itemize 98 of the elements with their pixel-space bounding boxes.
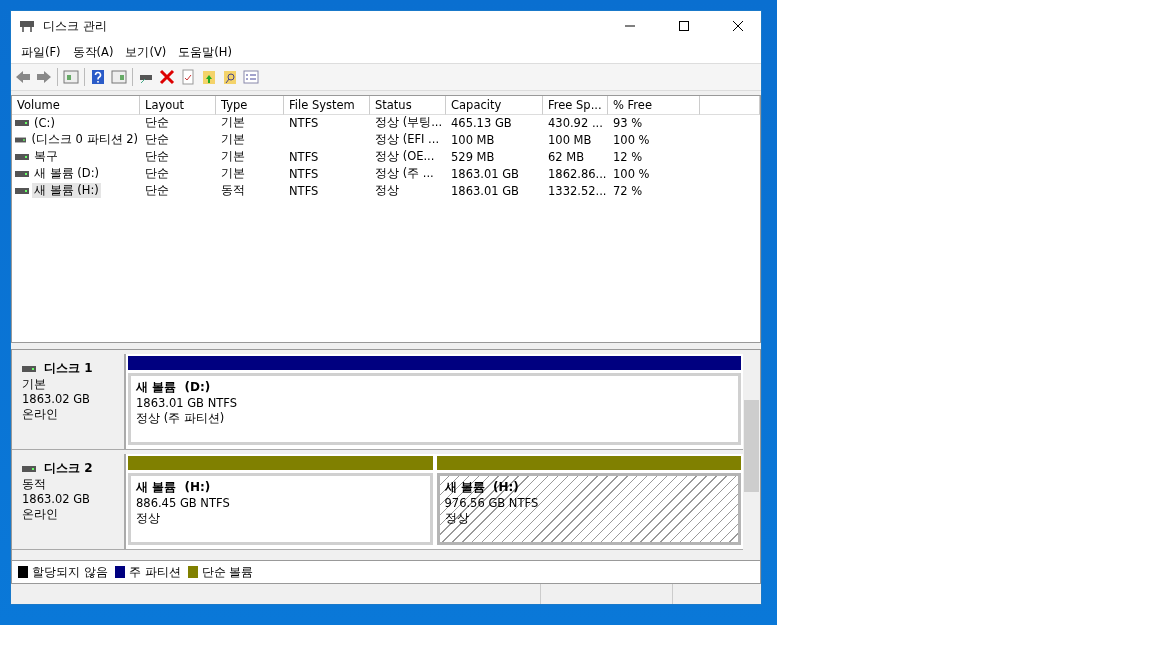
minimize-icon [625,25,635,27]
drive-icon [22,465,36,472]
drive-icon [15,136,27,143]
folder-up-icon[interactable] [201,69,217,85]
disk-label-panel[interactable]: 디스크 2 동적 1863.02 GB 온라인 [12,454,126,550]
menu-item[interactable]: 도움말(H) [172,44,238,60]
table-cell-text: 정상 (EFI ... [374,132,441,147]
drive-entry[interactable]: 새 볼륨 (D:) [32,166,101,181]
table-cell-text: 465.13 GB [450,115,513,130]
partition-status: 정상 [444,511,470,526]
disk-type: 동적 [22,477,47,492]
disk-name: 디스크 1 [44,360,93,377]
menu-item[interactable]: 보기(V) [119,44,173,60]
back-arrow-icon[interactable] [15,69,31,85]
table-cell-text: 72 % [612,183,644,198]
table-cell-text: 12 % [612,149,644,164]
legend-label: 단순 볼륨 [201,563,254,581]
disk-name: 디스크 2 [44,460,93,477]
table-cell-text: 1863.01 GB [450,166,520,181]
partition-size: 1863.01 GB NTFS [136,396,238,411]
drive-icon [15,170,29,177]
disk-size: 1863.02 GB [22,492,91,507]
table-cell-text: 1863.01 GB [450,183,520,198]
disk-status: 온라인 [22,407,59,422]
partition-size: 976.56 GB NTFS [444,496,540,511]
window-title: 디스크 관리 [43,17,108,35]
maximize-icon [679,21,689,31]
drive-icon [15,153,29,160]
table-cell-text: 기본 [220,115,246,130]
table-cell-text: 1862.86... [547,166,608,181]
table-cell-text: 100 MB [547,132,593,147]
table-cell-text: 정상 (주 ... [374,166,435,181]
checklist-icon[interactable] [243,69,259,85]
partition-status: 정상 [136,511,161,526]
table-cell-text: 100 MB [450,132,496,147]
column-header[interactable]: Type [216,96,284,115]
close-icon [733,21,743,31]
drive-entry[interactable]: 복구 [32,149,60,164]
panel-icon[interactable] [111,69,127,85]
partition-status: 정상 (주 파티션) [136,411,226,426]
column-header[interactable]: % Free [608,96,700,115]
table-cell-text: 정상 (부팅... [374,115,444,130]
drive-icon [15,119,29,126]
table-cell-text: NTFS [288,149,320,164]
panel-icon[interactable] [63,69,79,85]
table-cell-text: NTFS [288,115,320,130]
drive-entry[interactable]: 새 볼륨 (H:) [32,183,101,198]
folder-search-icon[interactable] [222,69,238,85]
partition-block[interactable]: 새 볼륨 (H:) 976.56 GB NTFS 정상 [436,473,741,545]
table-cell-text: NTFS [288,183,320,198]
menu-item[interactable]: 파일(F) [15,44,67,60]
column-header[interactable]: Free Sp... [543,96,608,115]
table-cell-text: 기본 [220,149,246,164]
help-icon[interactable] [90,69,106,85]
table-cell-text: 기본 [220,132,246,147]
table-cell-text: 단순 [144,166,170,181]
table-cell-text: 62 MB [547,149,586,164]
delete-icon[interactable] [159,69,175,85]
checked-page-icon[interactable] [180,69,196,85]
table-cell-text: 정상 [374,183,400,198]
table-cell-text: 529 MB [450,149,496,164]
table-cell-text: 단순 [144,132,170,147]
table-cell-text: 정상 (OE... [374,149,436,164]
column-header[interactable]: Status [370,96,446,115]
drive-icon [22,365,36,372]
disk-management-icon [19,19,35,33]
table-cell-text: 100 % [612,166,651,181]
column-header[interactable]: Capacity [446,96,543,115]
partition-name: 새 볼륨 (D:) [136,379,212,396]
table-cell-text: 기본 [220,166,246,181]
partition-name: 새 볼륨 (H:) [444,479,520,496]
drive-icon [15,187,29,194]
drive-entry[interactable]: (디스크 0 파티션 2) [29,132,140,147]
partition-block[interactable]: 새 볼륨 (H:) 886.45 GB NTFS 정상 [128,473,433,545]
column-header[interactable]: File System [284,96,370,115]
drive-entry[interactable]: (C:) [32,115,57,130]
menu-item[interactable]: 동작(A) [66,44,120,60]
table-cell-text: 430.92 ... [547,115,604,130]
disk-size: 1863.02 GB [22,392,91,407]
disk-status: 온라인 [22,507,59,522]
disk-label-panel[interactable]: 디스크 1 기본 1863.02 GB 온라인 [12,354,126,450]
partition-size: 886.45 GB NTFS [136,496,231,511]
table-cell-text: 동적 [220,183,246,198]
table-cell-text: 단순 [144,115,170,130]
column-header[interactable]: Layout [140,96,216,115]
table-cell-text: 1332.52... [547,183,608,198]
table-cell-text: 93 % [612,115,644,130]
table-cell-text: NTFS [288,166,320,181]
table-cell-text: 100 % [612,132,651,147]
table-cell-text: 단순 [144,183,170,198]
table-cell-text: 단순 [144,149,170,164]
legend-label: 주 파티션 [128,563,181,581]
legend-label: 할당되지 않음 [32,563,108,581]
column-header[interactable]: Volume [12,96,140,115]
forward-arrow-icon[interactable] [36,69,52,85]
disk-type: 기본 [22,377,47,392]
partition-name: 새 볼륨 (H:) [136,479,212,496]
partition-block[interactable]: 새 볼륨 (D:) 1863.01 GB NTFS 정상 (주 파티션) [128,373,741,445]
